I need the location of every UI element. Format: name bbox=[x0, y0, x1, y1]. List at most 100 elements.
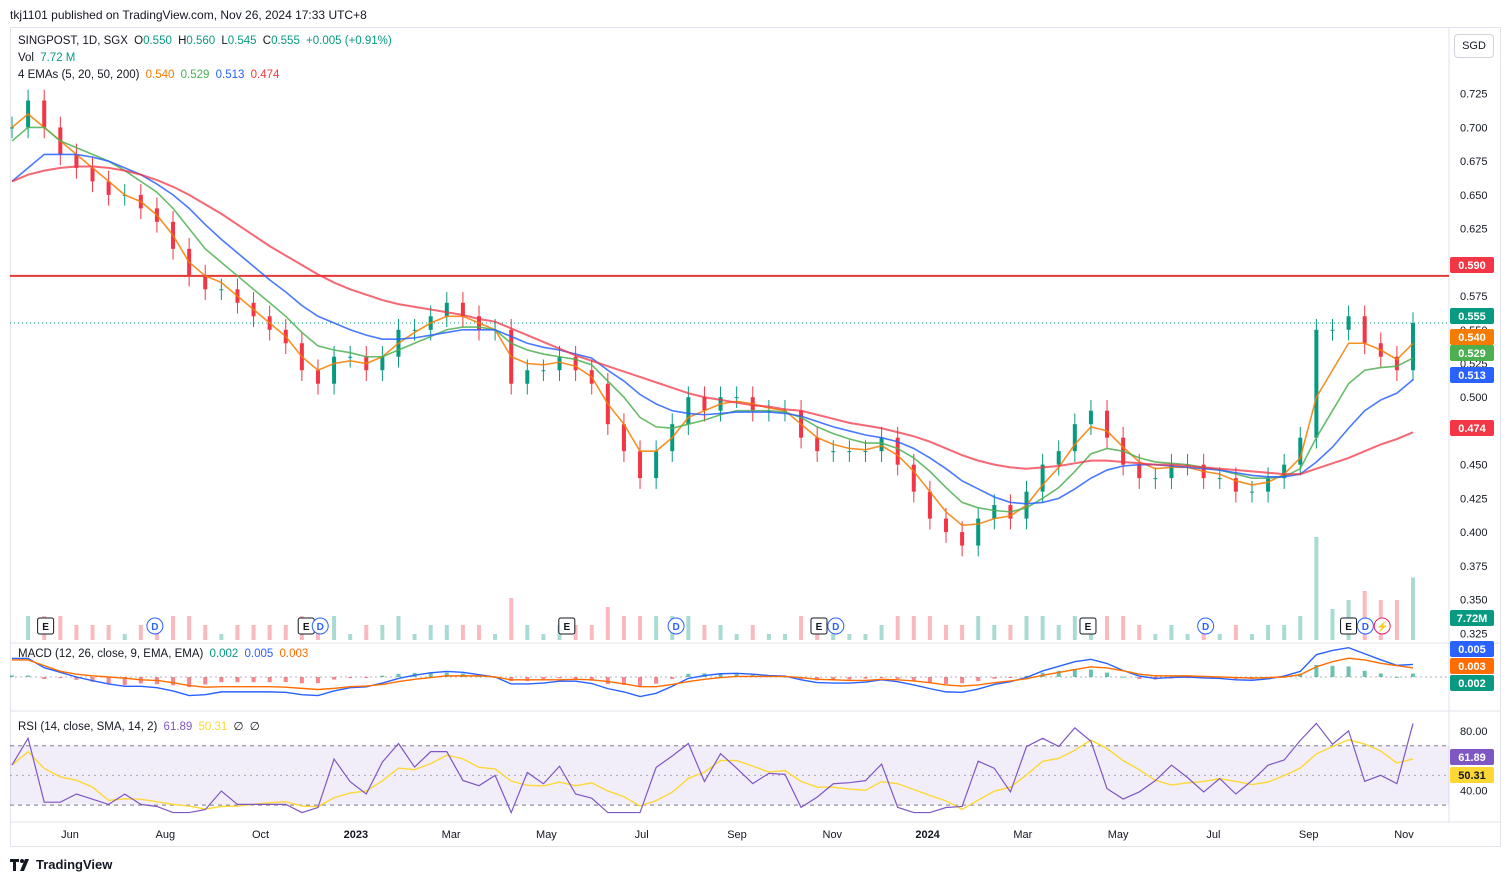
dividend-marker[interactable]: D bbox=[1356, 617, 1374, 635]
price-candle bbox=[332, 356, 337, 384]
volume-bar bbox=[1185, 634, 1190, 640]
split-marker[interactable]: ⚡ bbox=[1373, 617, 1391, 635]
time-tick-label: Jul bbox=[635, 829, 649, 841]
macd-line-value: 0.005 bbox=[244, 648, 274, 660]
volume-bar bbox=[847, 634, 852, 640]
macd-histogram-bar bbox=[879, 677, 884, 678]
time-tick-label: Mar bbox=[1013, 829, 1032, 841]
dividend-marker[interactable]: D bbox=[1197, 617, 1215, 635]
macd-histogram-bar bbox=[686, 673, 691, 677]
volume-bar bbox=[927, 616, 932, 640]
svg-text:D: D bbox=[832, 622, 839, 633]
volume-bar bbox=[638, 616, 643, 640]
dividend-marker[interactable]: D bbox=[827, 617, 845, 635]
macd-histogram-bar bbox=[1088, 669, 1093, 677]
macd-histogram-bar bbox=[1008, 677, 1013, 678]
macd-label[interactable]: MACD (12, 26, close, 9, EMA, EMA) bbox=[18, 648, 203, 660]
macd-histogram-bar bbox=[364, 677, 369, 678]
volume-bar bbox=[348, 634, 353, 640]
price-candle bbox=[557, 356, 562, 371]
macd-histogram-bar bbox=[895, 677, 900, 679]
price-candle bbox=[621, 424, 626, 452]
volume-bar bbox=[1330, 609, 1335, 640]
volume-label[interactable]: Vol bbox=[18, 52, 34, 64]
price-candle bbox=[831, 451, 836, 453]
svg-text:D: D bbox=[672, 622, 679, 633]
volume-bar bbox=[799, 616, 804, 640]
svg-text:E: E bbox=[1345, 622, 1352, 633]
rsi-label[interactable]: RSI (14, close, SMA, 14, 2) bbox=[18, 721, 157, 733]
volume-bar bbox=[1266, 625, 1271, 640]
dividend-marker[interactable]: D bbox=[146, 617, 164, 635]
volume-bar bbox=[525, 625, 530, 640]
volume-value: 7.72 M bbox=[40, 52, 76, 64]
macd-histogram-bar bbox=[847, 677, 852, 680]
volume-bar bbox=[750, 625, 755, 640]
volume-bar bbox=[26, 616, 31, 640]
price-tick-label: 0.650 bbox=[1460, 190, 1488, 202]
tradingview-footer[interactable]: TradingView bbox=[10, 857, 112, 872]
macd-hist-value: 0.002 bbox=[209, 648, 239, 660]
earnings-marker[interactable]: E bbox=[558, 617, 576, 635]
volume-bar bbox=[541, 634, 546, 640]
ema-legend: 4 EMAs (5, 20, 50, 200) 0.540 0.529 0.51… bbox=[18, 69, 282, 81]
volume-bar bbox=[1056, 625, 1061, 640]
macd-histogram-bar bbox=[605, 677, 610, 685]
price-candle bbox=[815, 437, 820, 452]
price-tick-label: 0.325 bbox=[1460, 628, 1488, 640]
svg-text:0.590: 0.590 bbox=[1458, 260, 1486, 272]
volume-bar bbox=[1169, 625, 1174, 640]
price-candle bbox=[702, 397, 707, 411]
macd-tag: 0.002 bbox=[1450, 675, 1494, 691]
volume-bar bbox=[219, 634, 224, 640]
ema50-line bbox=[11, 153, 1414, 505]
svg-text:0.002: 0.002 bbox=[1458, 678, 1486, 690]
volume-bar bbox=[187, 616, 192, 640]
ema-label[interactable]: 4 EMAs (5, 20, 50, 200) bbox=[18, 69, 139, 81]
svg-text:E: E bbox=[1085, 622, 1092, 633]
macd-histogram-bar bbox=[348, 677, 353, 679]
macd-histogram-bar bbox=[992, 677, 997, 679]
time-tick-label: 2023 bbox=[344, 829, 368, 841]
price-candle bbox=[654, 451, 659, 479]
volume-bar bbox=[911, 616, 916, 640]
volume-bar bbox=[396, 616, 401, 640]
svg-text:0.555: 0.555 bbox=[1458, 311, 1486, 323]
price-tick-label: 0.500 bbox=[1460, 392, 1488, 404]
price-candle bbox=[42, 100, 47, 128]
time-tick-label: Nov bbox=[1394, 829, 1414, 841]
open-label: O bbox=[134, 35, 144, 47]
earnings-marker[interactable]: E bbox=[1079, 617, 1097, 635]
svg-text:D: D bbox=[151, 622, 158, 633]
currency-button[interactable]: SGD bbox=[1454, 34, 1494, 58]
price-candle bbox=[1346, 316, 1351, 330]
close-label: C bbox=[262, 35, 272, 47]
price-tag: 0.555 bbox=[1450, 308, 1494, 324]
earnings-marker[interactable]: E bbox=[1340, 617, 1358, 635]
dividend-marker[interactable]: D bbox=[667, 617, 685, 635]
volume-legend: Vol 7.72 M bbox=[18, 52, 78, 64]
macd-histogram-bar bbox=[396, 673, 401, 677]
svg-text:0.540: 0.540 bbox=[1458, 332, 1486, 344]
earnings-marker[interactable]: E bbox=[37, 617, 55, 635]
price-candle bbox=[1266, 478, 1271, 492]
volume-bar bbox=[58, 616, 63, 640]
chart-canvas[interactable]: 0.7250.7000.6750.6500.6250.6000.5750.550… bbox=[0, 0, 1512, 883]
symbol-label[interactable]: SINGPOST, 1D, SGX bbox=[18, 35, 128, 47]
price-candle bbox=[1088, 410, 1093, 425]
macd-histogram-bar bbox=[235, 677, 240, 683]
price-candle bbox=[1314, 329, 1319, 438]
svg-text:E: E bbox=[303, 622, 310, 633]
volume-bar bbox=[460, 625, 465, 640]
time-tick-label: May bbox=[1108, 829, 1129, 841]
ema5-value: 0.540 bbox=[145, 69, 175, 81]
volume-bar bbox=[493, 634, 498, 640]
earnings-marker[interactable]: E bbox=[810, 617, 828, 635]
volume-bar bbox=[283, 625, 288, 640]
rsi-legend: RSI (14, close, SMA, 14, 2) 61.89 50.31 … bbox=[18, 719, 263, 733]
price-legend: SINGPOST, 1D, SGX O0.550 H0.560 L0.545 C… bbox=[18, 35, 395, 47]
volume-bar bbox=[428, 625, 433, 640]
price-candle bbox=[525, 370, 530, 384]
dividend-marker[interactable]: D bbox=[311, 617, 329, 635]
volume-bar bbox=[1282, 625, 1287, 640]
